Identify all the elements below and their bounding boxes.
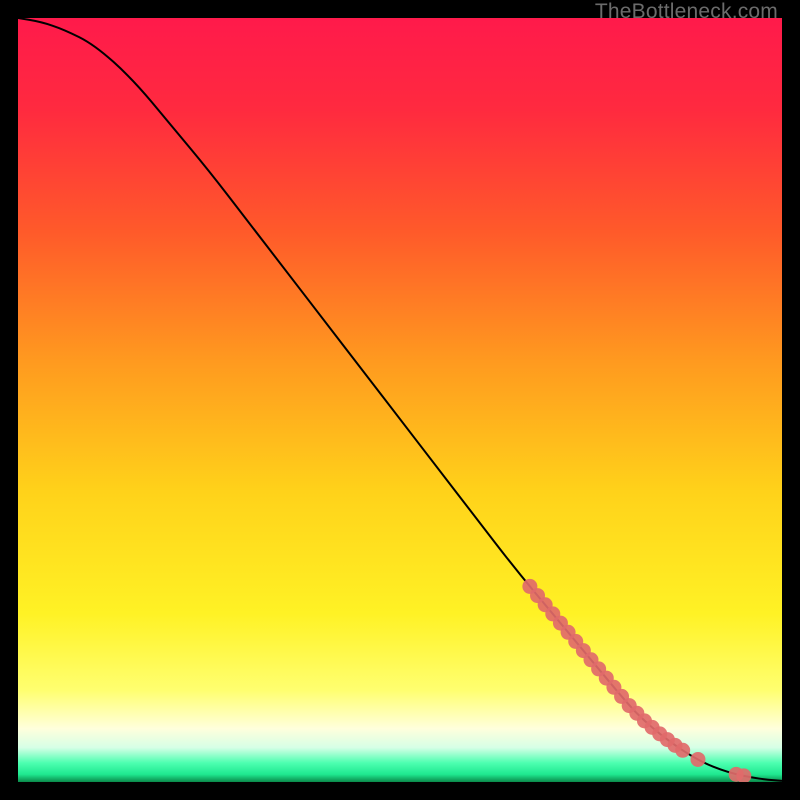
gradient-background (18, 18, 782, 782)
highlight-dot (675, 743, 690, 758)
watermark-text: TheBottleneck.com (595, 0, 778, 24)
bottleneck-chart (18, 18, 782, 782)
highlight-dot (690, 752, 705, 767)
